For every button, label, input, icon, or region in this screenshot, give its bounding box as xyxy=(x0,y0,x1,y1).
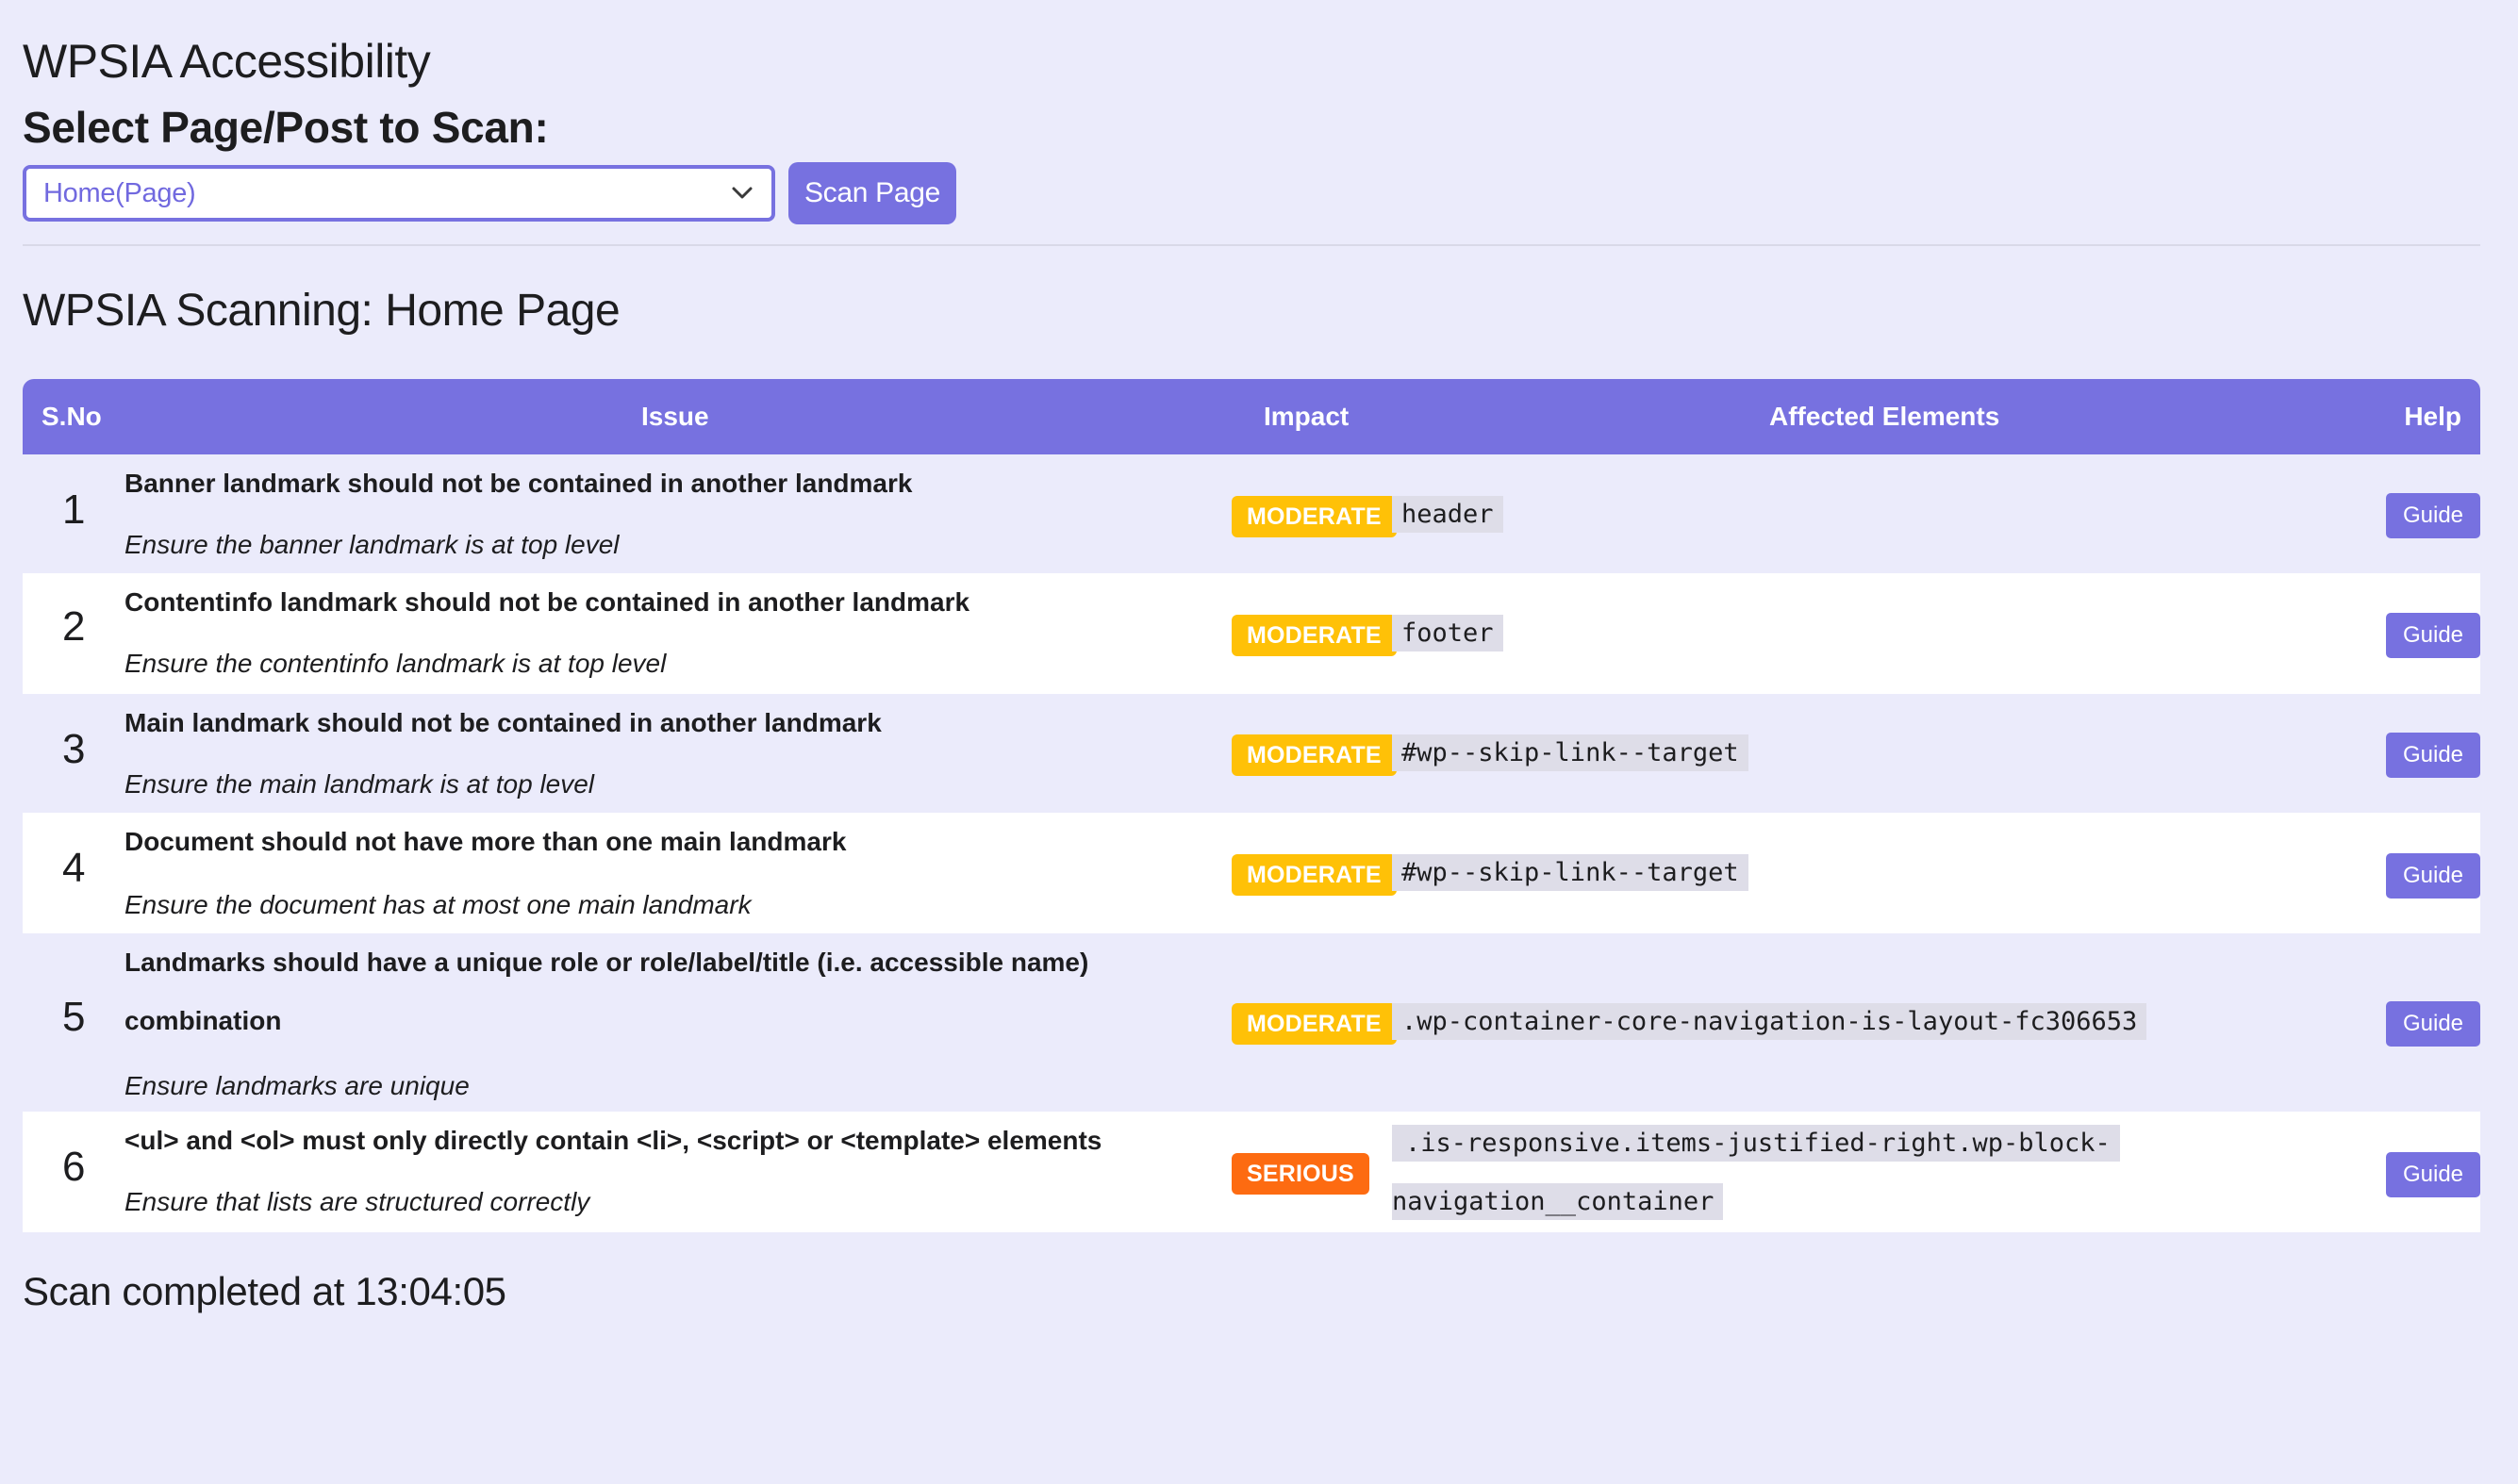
scan-completed-status: Scan completed at 13:04:05 xyxy=(23,1269,506,1313)
issue-description: Ensure the document has at most one main… xyxy=(124,890,752,919)
table-row: 6 <ul> and <ol> must only directly conta… xyxy=(23,1112,2480,1232)
row-number: 5 xyxy=(62,994,86,1040)
guide-button[interactable]: Guide xyxy=(2386,1152,2480,1197)
impact-badge: MODERATE xyxy=(1232,496,1397,537)
column-header-impact: Impact xyxy=(1264,402,1350,431)
column-header-help: Help xyxy=(2404,402,2461,431)
impact-badge: SERIOUS xyxy=(1232,1153,1369,1195)
scan-controls: Home(Page) Scan Page xyxy=(23,162,956,224)
affected-element: header xyxy=(1392,496,1503,533)
issue-title: Banner landmark should not be contained … xyxy=(124,469,913,498)
issue-description: Ensure landmarks are unique xyxy=(124,1071,470,1100)
page-select[interactable]: Home(Page) xyxy=(23,165,775,222)
issue-title: Main landmark should not be contained in… xyxy=(124,708,882,737)
issue-description: Ensure the banner landmark is at top lev… xyxy=(124,530,620,559)
impact-badge: MODERATE xyxy=(1232,615,1397,656)
issue-title: Contentinfo landmark should not be conta… xyxy=(124,587,970,617)
select-page-heading: Select Page/Post to Scan: xyxy=(23,103,549,152)
scan-results-heading: WPSIA Scanning: Home Page xyxy=(23,286,621,336)
affected-element: #wp--skip-link--target xyxy=(1392,734,1748,771)
column-header-sno: S.No xyxy=(41,402,102,431)
guide-button[interactable]: Guide xyxy=(2386,733,2480,778)
affected-element: .wp-container-core-navigation-is-layout-… xyxy=(1392,1003,2147,1040)
row-number: 3 xyxy=(62,726,86,772)
page-select-value: Home(Page) xyxy=(43,177,196,208)
issue-description: Ensure that lists are structured correct… xyxy=(124,1187,590,1216)
issue-title-continued: combination xyxy=(124,1006,282,1035)
issue-description: Ensure the contentinfo landmark is at to… xyxy=(124,649,667,678)
affected-element-continued: navigation__container xyxy=(1392,1183,1724,1220)
guide-button[interactable]: Guide xyxy=(2386,1001,2480,1047)
issue-title: Document should not have more than one m… xyxy=(124,827,847,856)
table-header: S.No Issue Impact Affected Elements Help xyxy=(23,379,2480,454)
divider xyxy=(23,244,2480,246)
table-row: 3 Main landmark should not be contained … xyxy=(23,694,2480,813)
guide-button[interactable]: Guide xyxy=(2386,493,2480,538)
affected-element: footer xyxy=(1392,615,1503,651)
impact-badge: MODERATE xyxy=(1232,734,1397,776)
scan-page-button[interactable]: Scan Page xyxy=(788,162,956,224)
table-row: 4 Document should not have more than one… xyxy=(23,813,2480,933)
impact-badge: MODERATE xyxy=(1232,1003,1397,1045)
guide-button[interactable]: Guide xyxy=(2386,613,2480,658)
table-row: 5 Landmarks should have a unique role or… xyxy=(23,933,2480,1112)
impact-badge: MODERATE xyxy=(1232,854,1397,896)
guide-button[interactable]: Guide xyxy=(2386,853,2480,899)
issue-title: Landmarks should have a unique role or r… xyxy=(124,948,1089,977)
row-number: 2 xyxy=(62,603,86,650)
app-title: WPSIA Accessibility xyxy=(23,35,431,88)
column-header-issue: Issue xyxy=(641,402,709,431)
row-number: 6 xyxy=(62,1144,86,1190)
issue-description: Ensure the main landmark is at top level xyxy=(124,769,595,799)
table-row: 1 Banner landmark should not be containe… xyxy=(23,454,2480,573)
row-number: 4 xyxy=(62,845,86,891)
chevron-down-icon xyxy=(730,181,754,206)
column-header-affected-elements: Affected Elements xyxy=(1769,402,2000,431)
affected-element: .is-responsive.items-justified-right.wp-… xyxy=(1392,1125,2120,1162)
affected-element: #wp--skip-link--target xyxy=(1392,854,1748,891)
row-number: 1 xyxy=(62,486,86,533)
table-row: 2 Contentinfo landmark should not be con… xyxy=(23,573,2480,694)
results-table: S.No Issue Impact Affected Elements Help… xyxy=(23,379,2480,1232)
issue-title: <ul> and <ol> must only directly contain… xyxy=(124,1126,1102,1155)
